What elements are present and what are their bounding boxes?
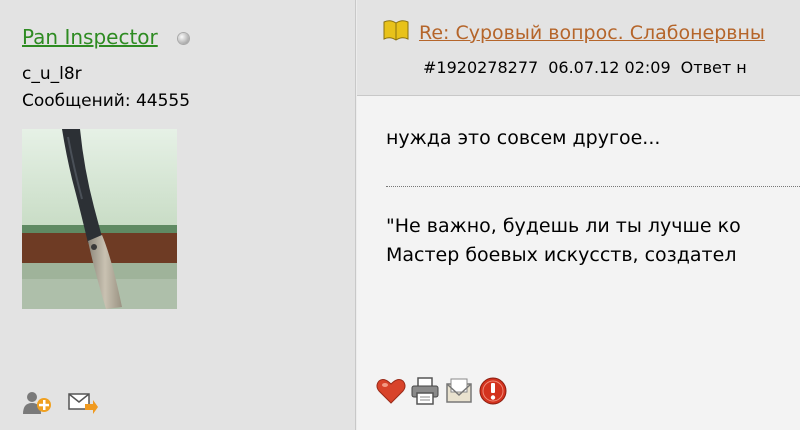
signature-line: Мастер боевых искусств, создател — [386, 244, 737, 266]
username-row: Pan Inspector — [22, 25, 189, 49]
signature-line: "Не важно, будешь ли ты лучше ко — [386, 215, 741, 237]
user-title: c_u_l8r — [22, 64, 82, 84]
avatar[interactable] — [22, 129, 177, 309]
email-icon[interactable] — [444, 376, 474, 406]
add-friend-icon[interactable] — [22, 390, 52, 416]
username-link[interactable]: Pan Inspector — [22, 25, 158, 49]
avatar-knife-image — [22, 129, 177, 309]
post-count: Сообщений: 44555 — [22, 91, 191, 111]
offline-status-icon — [177, 33, 189, 44]
reply-link[interactable]: Ответ н — [681, 58, 747, 77]
post-id[interactable]: #1920278277 — [423, 58, 538, 77]
signature-quote: "Не важно, будешь ли ты лучше ко Мастер … — [386, 212, 741, 270]
post-message: нужда это совсем другое... — [386, 127, 661, 149]
report-icon[interactable] — [478, 376, 508, 406]
user-sidebar: Pan Inspector c_u_l8r Сообщений: 44555 — [0, 0, 356, 430]
post-meta: #1920278277 06.07.12 02:09 Ответ н — [423, 58, 757, 77]
post-actions — [376, 376, 508, 406]
user-actions — [22, 390, 98, 416]
book-icon — [383, 19, 409, 46]
post-title-link[interactable]: Re: Суровый вопрос. Слабонервны — [419, 22, 765, 44]
like-heart-icon[interactable] — [376, 376, 406, 406]
post-container: Re: Суровый вопрос. Слабонервны #1920278… — [357, 0, 800, 430]
post-body: нужда это совсем другое... "Не важно, бу… — [357, 96, 800, 430]
post-datetime: 06.07.12 02:09 — [548, 58, 671, 77]
print-icon[interactable] — [410, 376, 440, 406]
send-message-icon[interactable] — [68, 390, 98, 416]
post-header: Re: Суровый вопрос. Слабонервны #1920278… — [357, 0, 800, 96]
signature-separator — [386, 186, 800, 187]
post-title-row: Re: Суровый вопрос. Слабонервны — [383, 19, 765, 46]
